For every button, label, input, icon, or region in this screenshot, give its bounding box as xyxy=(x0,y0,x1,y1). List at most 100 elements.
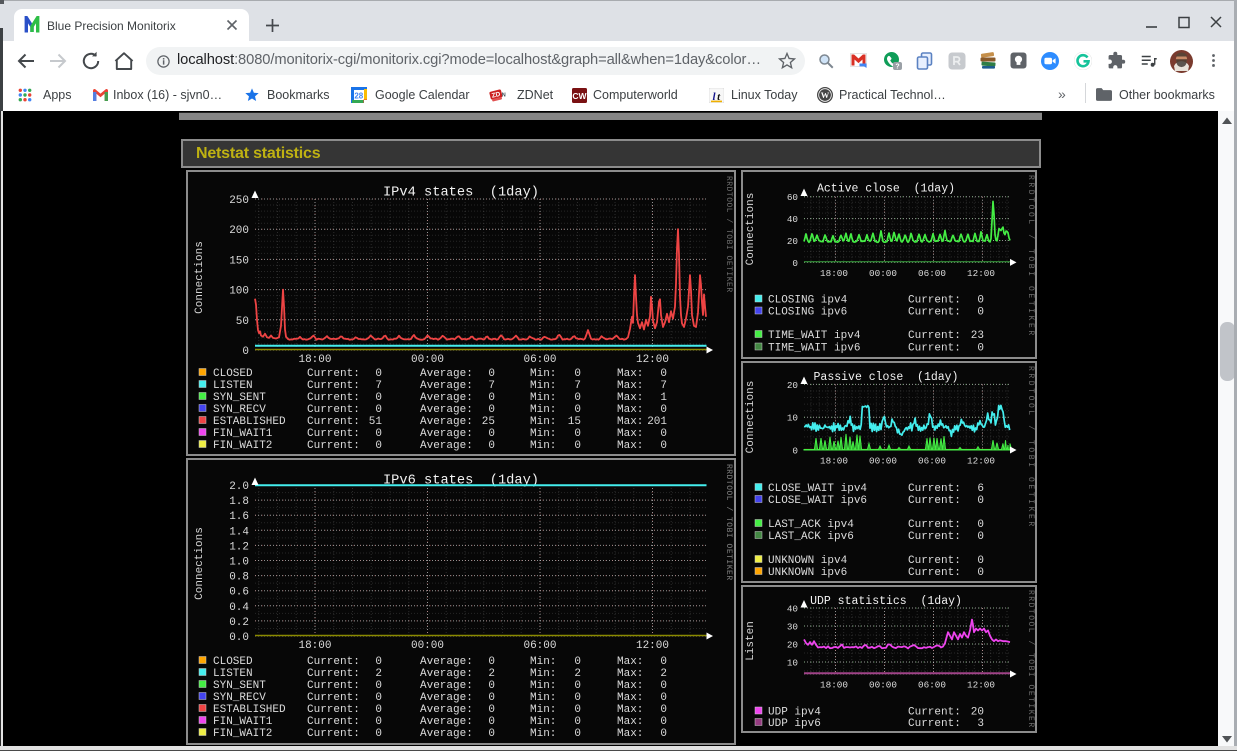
svg-text:Max:: Max: xyxy=(617,656,643,668)
svg-text:0: 0 xyxy=(660,440,667,452)
svg-text:Min:: Min: xyxy=(530,428,556,440)
svg-text:0: 0 xyxy=(977,555,984,567)
svg-text:0.2: 0.2 xyxy=(229,617,249,629)
svg-text:10: 10 xyxy=(787,658,798,669)
svg-text:40: 40 xyxy=(787,214,798,225)
svg-text:0: 0 xyxy=(488,680,495,692)
svg-text:0: 0 xyxy=(229,346,249,358)
svg-text:06:00: 06:00 xyxy=(523,354,556,366)
svg-text:0: 0 xyxy=(977,495,984,507)
svg-text:Max:: Max: xyxy=(617,716,643,728)
svg-text:0: 0 xyxy=(375,704,382,716)
svg-text:0: 0 xyxy=(488,392,495,404)
svg-text:0: 0 xyxy=(488,692,495,704)
svg-text:18:00: 18:00 xyxy=(298,640,331,652)
svg-text:0: 0 xyxy=(574,392,581,404)
svg-text:LISTEN: LISTEN xyxy=(213,668,253,680)
svg-text:2.0: 2.0 xyxy=(229,481,249,493)
svg-text:UDP statistics (1day): UDP statistics (1day) xyxy=(810,595,962,608)
svg-text:Max:: Max: xyxy=(617,380,643,392)
svg-text:0.6: 0.6 xyxy=(229,587,249,599)
svg-text:SYN_RECV: SYN_RECV xyxy=(213,692,266,704)
svg-text:SYN_SENT: SYN_SENT xyxy=(213,680,266,692)
svg-text:Average:: Average: xyxy=(420,716,473,728)
svg-text:SYN_SENT: SYN_SENT xyxy=(213,392,266,404)
svg-text:1.0: 1.0 xyxy=(229,557,249,569)
svg-text:Current:: Current: xyxy=(307,368,360,380)
svg-text:SYN_RECV: SYN_RECV xyxy=(213,404,266,416)
svg-text:Current:: Current: xyxy=(908,343,961,355)
svg-text:12:00: 12:00 xyxy=(967,456,995,467)
svg-text:FIN_WAIT1: FIN_WAIT1 xyxy=(213,716,273,728)
svg-text:Current:: Current: xyxy=(307,728,360,740)
svg-text:12:00: 12:00 xyxy=(967,680,995,691)
svg-text:IPv4 states (1day): IPv4 states (1day) xyxy=(383,186,539,201)
svg-text:CLOSE_WAIT ipv6: CLOSE_WAIT ipv6 xyxy=(768,495,867,507)
svg-text:UNKNOWN ipv4: UNKNOWN ipv4 xyxy=(768,555,848,567)
svg-text:0: 0 xyxy=(574,704,581,716)
svg-text:0: 0 xyxy=(977,567,984,579)
svg-text:Connections: Connections xyxy=(745,381,757,454)
svg-text:0: 0 xyxy=(660,692,667,704)
svg-text:FIN_WAIT1: FIN_WAIT1 xyxy=(213,428,273,440)
svg-text:18:00: 18:00 xyxy=(820,680,848,691)
svg-text:Average:: Average: xyxy=(420,368,473,380)
svg-text:CLOSED: CLOSED xyxy=(213,656,253,668)
svg-text:Min:: Min: xyxy=(530,680,556,692)
svg-text:0: 0 xyxy=(977,295,984,307)
svg-text:LAST_ACK ipv4: LAST_ACK ipv4 xyxy=(768,519,854,531)
svg-text:0: 0 xyxy=(574,692,581,704)
svg-text:0: 0 xyxy=(375,716,382,728)
svg-text:Current:: Current: xyxy=(908,567,961,579)
svg-text:0: 0 xyxy=(977,343,984,355)
svg-text:51: 51 xyxy=(369,416,383,428)
svg-text:Current:: Current: xyxy=(307,692,360,704)
svg-text:Current:: Current: xyxy=(307,428,360,440)
svg-text:0: 0 xyxy=(660,656,667,668)
svg-text:06:00: 06:00 xyxy=(918,268,946,279)
svg-text:TIME_WAIT ipv6: TIME_WAIT ipv6 xyxy=(768,343,860,355)
svg-text:100: 100 xyxy=(229,286,249,298)
svg-text:Average:: Average: xyxy=(420,392,473,404)
svg-text:RRDTOOL / TOBI OETIKER: RRDTOOL / TOBI OETIKER xyxy=(1026,590,1035,729)
svg-text:0: 0 xyxy=(574,404,581,416)
svg-text:0: 0 xyxy=(375,656,382,668)
svg-text:0: 0 xyxy=(977,531,984,543)
svg-text:Max:: Max: xyxy=(617,404,643,416)
svg-text:20: 20 xyxy=(971,707,984,719)
svg-text:Min:: Min: xyxy=(530,404,556,416)
svg-text:0: 0 xyxy=(660,368,667,380)
svg-text:50: 50 xyxy=(229,316,249,328)
svg-text:7: 7 xyxy=(375,380,382,392)
svg-text:06:00: 06:00 xyxy=(523,640,556,652)
svg-text:0.4: 0.4 xyxy=(229,602,249,614)
svg-text:20: 20 xyxy=(787,640,798,651)
svg-text:00:00: 00:00 xyxy=(869,268,897,279)
svg-text:06:00: 06:00 xyxy=(918,456,946,467)
svg-text:12:00: 12:00 xyxy=(636,640,669,652)
svg-text:0: 0 xyxy=(488,656,495,668)
svg-text:7: 7 xyxy=(488,380,495,392)
svg-text:0: 0 xyxy=(488,716,495,728)
svg-text:3: 3 xyxy=(977,718,984,730)
svg-text:1.2: 1.2 xyxy=(229,541,249,553)
svg-text:00:00: 00:00 xyxy=(411,354,444,366)
svg-text:00:00: 00:00 xyxy=(869,456,897,467)
svg-text:30: 30 xyxy=(787,622,798,633)
svg-text:Max:: Max: xyxy=(617,728,643,740)
svg-text:0: 0 xyxy=(787,446,798,457)
svg-text:CLOSED: CLOSED xyxy=(213,368,253,380)
svg-text:Min:: Min: xyxy=(530,692,556,704)
svg-text:0: 0 xyxy=(375,392,382,404)
svg-text:150: 150 xyxy=(229,255,249,267)
svg-text:Current:: Current: xyxy=(307,392,360,404)
svg-text:7: 7 xyxy=(660,380,667,392)
svg-text:Current:: Current: xyxy=(908,531,961,543)
svg-text:FIN_WAIT2: FIN_WAIT2 xyxy=(213,440,272,452)
svg-text:Current:: Current: xyxy=(908,483,961,495)
svg-text:TIME_WAIT ipv4: TIME_WAIT ipv4 xyxy=(768,330,861,342)
svg-text:CLOSING ipv4: CLOSING ipv4 xyxy=(768,295,848,307)
svg-text:Max:: Max: xyxy=(617,692,643,704)
svg-text:Max:: Max: xyxy=(617,392,643,404)
svg-text:Average:: Average: xyxy=(420,404,473,416)
